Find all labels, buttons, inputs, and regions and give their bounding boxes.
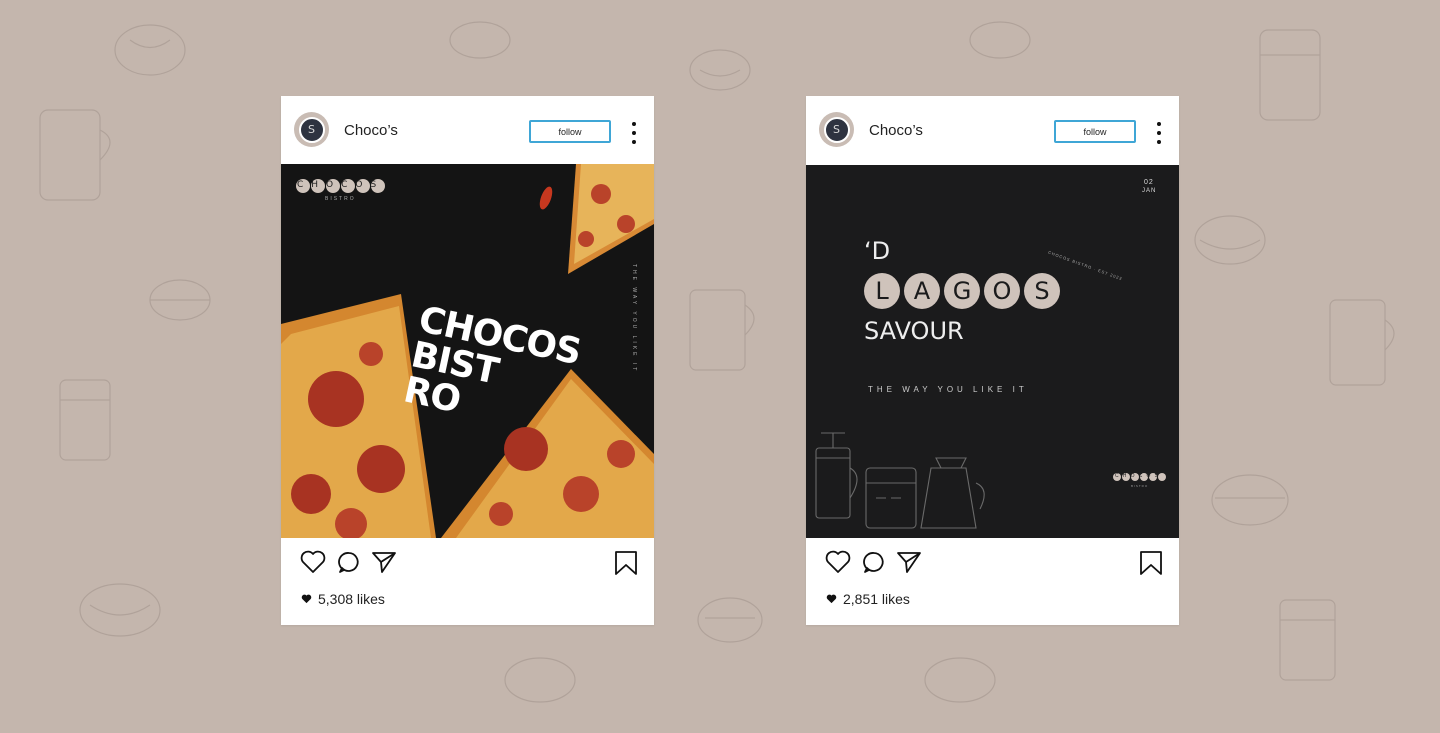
letter-circle: L <box>864 273 900 309</box>
heart-icon[interactable] <box>300 550 326 574</box>
lagos-circles: L A G O S <box>864 273 1060 309</box>
bookmark-icon[interactable] <box>1139 550 1163 576</box>
heart-icon[interactable] <box>825 550 851 574</box>
avatar[interactable]: S <box>294 112 329 147</box>
suffix-text: SAVOUR <box>864 317 964 345</box>
vertical-tagline: THE WAY YOU LIKE IT <box>631 264 637 374</box>
date-month: JAN <box>1142 188 1157 194</box>
likes-text: 2,851 likes <box>843 591 910 607</box>
heart-filled-icon <box>301 594 312 604</box>
comment-icon[interactable] <box>337 550 361 574</box>
bookmark-icon[interactable] <box>614 550 638 576</box>
share-icon[interactable] <box>896 550 922 574</box>
date-day: 02 <box>1144 179 1154 186</box>
letter-circle: A <box>904 273 940 309</box>
avatar[interactable]: S <box>819 112 854 147</box>
avatar-letter: S <box>298 116 325 143</box>
letter-circle: G <box>944 273 980 309</box>
instagram-post-1: S Choco’s follow CHOCOS BISTRO CHOCOS BI… <box>281 96 654 625</box>
likes-count[interactable]: 2,851 likes <box>826 591 910 607</box>
likes-text: 5,308 likes <box>318 591 385 607</box>
prefix-text: ‘D <box>864 237 891 265</box>
action-bar <box>806 550 1179 578</box>
brand-logo-text: CHOCOS <box>297 180 385 190</box>
action-bar <box>281 550 654 578</box>
share-icon[interactable] <box>371 550 397 574</box>
letter-circle: S <box>1024 273 1060 309</box>
likes-count[interactable]: 5,308 likes <box>301 591 385 607</box>
background-doodle-pattern <box>39 21 1395 703</box>
avatar-letter: S <box>823 116 850 143</box>
follow-button[interactable]: follow <box>529 120 611 143</box>
footer-brand-sub: BISTRO <box>1131 484 1149 488</box>
comment-icon[interactable] <box>862 550 886 574</box>
letter-circle: O <box>984 273 1020 309</box>
post-image-lagos[interactable]: 02 JAN ‘D L A G O S CHOCOS BISTRO · EST … <box>806 165 1179 538</box>
follow-button[interactable]: follow <box>1054 120 1136 143</box>
post-image-pizza[interactable]: CHOCOS BISTRO CHOCOS BIST RO THE WAY YOU… <box>281 164 654 538</box>
instagram-post-2: S Choco’s follow 02 JAN ‘D L A G O S CHO… <box>806 96 1179 625</box>
footer-brand-text: CHOCOS <box>1115 473 1163 479</box>
more-icon[interactable] <box>628 122 640 144</box>
username[interactable]: Choco’s <box>869 122 923 139</box>
post-header: S Choco’s follow <box>281 96 654 164</box>
coffee-tools-sketch <box>815 432 985 529</box>
username[interactable]: Choco’s <box>344 122 398 139</box>
tagline: THE WAY YOU LIKE IT <box>868 385 1028 394</box>
post-header: S Choco’s follow <box>806 96 1179 164</box>
brand-logo-subtext: BISTRO <box>325 196 356 202</box>
heart-filled-icon <box>826 594 837 604</box>
more-icon[interactable] <box>1153 122 1165 144</box>
